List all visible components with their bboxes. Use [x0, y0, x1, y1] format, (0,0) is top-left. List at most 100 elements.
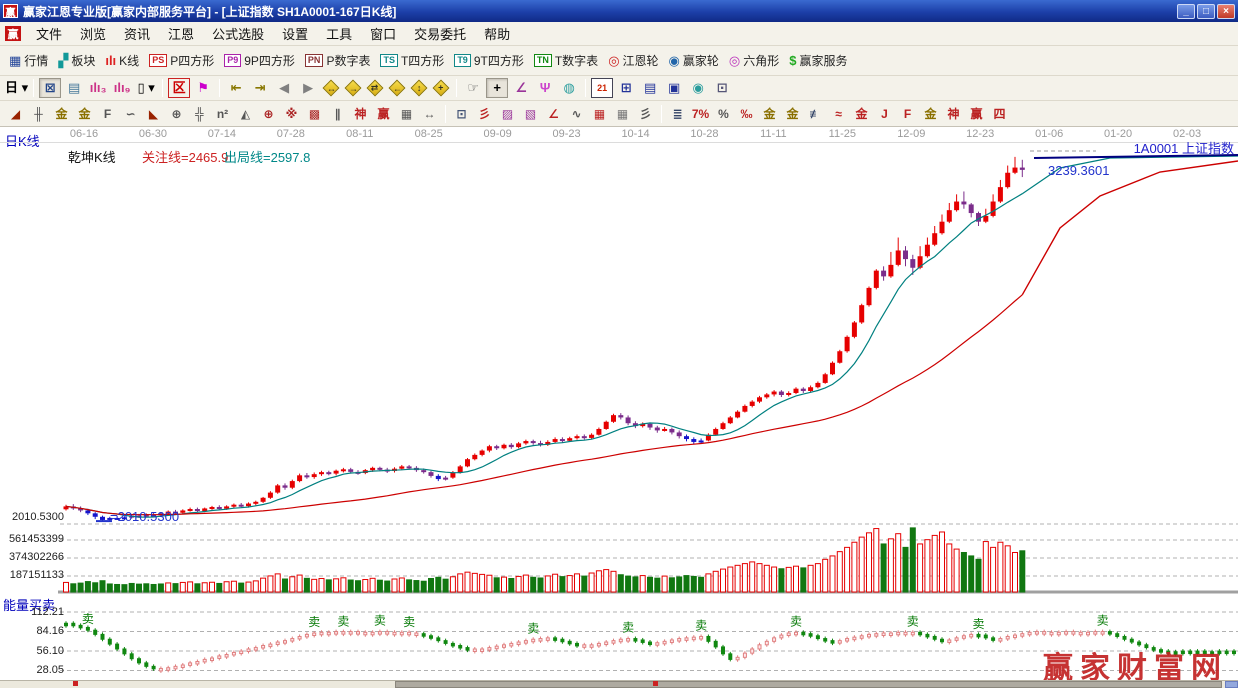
save-button[interactable]: ▣: [663, 78, 685, 98]
candle-style-button[interactable]: ▯ ▾: [135, 78, 157, 98]
web-grid-button[interactable]: ▩: [304, 104, 325, 124]
shen-grid-button[interactable]: 神: [350, 104, 371, 124]
shen-angle-button[interactable]: 神: [943, 104, 964, 124]
toolbar-button-winner-service[interactable]: $赢家服务: [784, 50, 852, 71]
first-page-button[interactable]: ⇤: [225, 78, 247, 98]
percent-7-button[interactable]: 7%: [690, 104, 711, 124]
number-grid-button[interactable]: ▦: [396, 104, 417, 124]
toolbar-button-p-number-table[interactable]: PNP数字表: [300, 50, 376, 71]
f-angle-button[interactable]: F: [897, 104, 918, 124]
calculator-button[interactable]: ⊞: [615, 78, 637, 98]
gold-lines-button[interactable]: 金: [782, 104, 803, 124]
gann-pen-2-button[interactable]: ◣: [143, 104, 164, 124]
shift-left-button[interactable]: ←: [389, 80, 406, 97]
toolbar-button-9t-square[interactable]: T99T四方形: [449, 50, 529, 71]
toolbar-button-9p-square[interactable]: P99P四方形: [219, 50, 300, 71]
bars-3-button[interactable]: ılı₃: [87, 78, 109, 98]
zoom-out-h-button[interactable]: ↔: [323, 80, 340, 97]
cycle-circle-button[interactable]: ⊕: [166, 104, 187, 124]
smart-analysis-button[interactable]: ◍: [558, 78, 580, 98]
notes-button[interactable]: ▤: [639, 78, 661, 98]
vertical-ruler-button[interactable]: ≣: [667, 104, 688, 124]
toolbar-button-hexagon[interactable]: ◎六角形: [724, 50, 784, 71]
menu-item-9[interactable]: 帮助: [475, 22, 519, 45]
time-grid-button[interactable]: ╬: [189, 104, 210, 124]
maximize-button[interactable]: □: [1197, 4, 1215, 19]
gann-target-button[interactable]: ⊕: [258, 104, 279, 124]
toolbar-button-winner-wheel[interactable]: ◉赢家轮: [664, 50, 724, 71]
zoom-v-button[interactable]: ↕: [411, 80, 428, 97]
gold-red-grid-button[interactable]: 金: [851, 104, 872, 124]
prev-page-button[interactable]: ◀: [273, 78, 295, 98]
menu-item-2[interactable]: 资讯: [115, 22, 159, 45]
shift-right-button[interactable]: →: [345, 80, 362, 97]
j-angle-button[interactable]: J: [874, 104, 895, 124]
pen-lines-button[interactable]: ≢: [805, 104, 826, 124]
wave-band-button[interactable]: ≈: [828, 104, 849, 124]
gann-box-button[interactable]: ⊡: [451, 104, 472, 124]
gann-fan-button[interactable]: 彡: [474, 104, 495, 124]
crosshair-button[interactable]: +: [486, 78, 508, 98]
calendar-button[interactable]: 21: [591, 78, 613, 98]
toolbar-button-sectors[interactable]: ▞板块: [53, 50, 100, 71]
app-menu-logo-icon[interactable]: 赢: [5, 26, 21, 41]
trend-angle-button[interactable]: ∠: [543, 104, 564, 124]
ying-grid-button[interactable]: 赢: [373, 104, 394, 124]
minimize-button[interactable]: _: [1177, 4, 1195, 19]
scrollbar-thumb[interactable]: [395, 681, 1222, 688]
mirror-angle-button[interactable]: ◭: [235, 104, 256, 124]
color-flag-button[interactable]: ⚑: [192, 78, 214, 98]
permille-button[interactable]: ‰: [736, 104, 757, 124]
last-page-button[interactable]: ⇥: [249, 78, 271, 98]
gann-pen-button[interactable]: ◢: [5, 104, 26, 124]
close-button[interactable]: ×: [1217, 4, 1235, 19]
info-panel-button[interactable]: ▤: [63, 78, 85, 98]
gold-angle-button[interactable]: 金: [920, 104, 941, 124]
next-page-button[interactable]: ▶: [297, 78, 319, 98]
gold-circle-button[interactable]: 金: [759, 104, 780, 124]
fit-all-button[interactable]: +: [433, 80, 450, 97]
fibonacci-grid-button[interactable]: F: [97, 104, 118, 124]
swap-view-button[interactable]: ⇄: [367, 80, 384, 97]
percent-button[interactable]: %: [713, 104, 734, 124]
angle-measure-button[interactable]: ∠: [510, 78, 532, 98]
spiral-button[interactable]: ∽: [120, 104, 141, 124]
menu-item-6[interactable]: 工具: [317, 22, 361, 45]
toolbar-button-kline[interactable]: ılıK线: [100, 50, 144, 71]
menu-item-5[interactable]: 设置: [273, 22, 317, 45]
horizontal-scrollbar[interactable]: [0, 680, 1238, 688]
menu-item-8[interactable]: 交易委托: [405, 22, 475, 45]
menu-item-7[interactable]: 窗口: [361, 22, 405, 45]
box-diagonal-a-button[interactable]: ▨: [497, 104, 518, 124]
menu-item-3[interactable]: 江恩: [159, 22, 203, 45]
toolbar-button-p-square[interactable]: PSP四方形: [144, 50, 219, 71]
toolbar-button-quotes[interactable]: ▦行情: [4, 50, 53, 71]
highlight-zone-button[interactable]: 区: [168, 78, 190, 98]
slash-lines-button[interactable]: 彡: [635, 104, 656, 124]
price-ruler-button[interactable]: ╫: [28, 104, 49, 124]
kline-period-button[interactable]: 日 ▾: [5, 78, 28, 98]
red-grid-button[interactable]: ▦: [589, 104, 610, 124]
ying-angle-button[interactable]: 赢: [966, 104, 987, 124]
gray-grid-button[interactable]: ▦: [612, 104, 633, 124]
menu-item-0[interactable]: 文件: [27, 22, 71, 45]
spider-web-button[interactable]: ※: [281, 104, 302, 124]
si-angle-button[interactable]: 四: [989, 104, 1010, 124]
toolbar-button-t-square[interactable]: TST四方形: [375, 50, 449, 71]
span-arrows-button[interactable]: ↔: [419, 104, 440, 124]
title-bar[interactable]: 赢 赢家江恩专业版[赢家内部服务平台] - [上证指数 SH1A0001-167…: [0, 0, 1238, 22]
gann-tool-button[interactable]: Ψ: [534, 78, 556, 98]
pan-hand-button[interactable]: ☞: [462, 78, 484, 98]
square-n2-button[interactable]: n²: [212, 104, 233, 124]
web-report-button[interactable]: ◉: [687, 78, 709, 98]
bars-9-button[interactable]: ılı₉: [111, 78, 133, 98]
gold-grid-b-button[interactable]: 金: [74, 104, 95, 124]
chart-net-button[interactable]: ⊠: [39, 78, 61, 98]
chart-area[interactable]: 卖卖卖卖卖卖卖卖卖卖卖卖 日K线 06-1606-3007-1407-2808-…: [0, 127, 1238, 688]
gold-grid-a-button[interactable]: 金: [51, 104, 72, 124]
print-button[interactable]: ⊡: [711, 78, 733, 98]
parallel-lines-button[interactable]: ∥: [327, 104, 348, 124]
toolbar-button-t-number-table[interactable]: TNT数字表: [529, 50, 603, 71]
menu-item-1[interactable]: 浏览: [71, 22, 115, 45]
menu-item-4[interactable]: 公式选股: [203, 22, 273, 45]
